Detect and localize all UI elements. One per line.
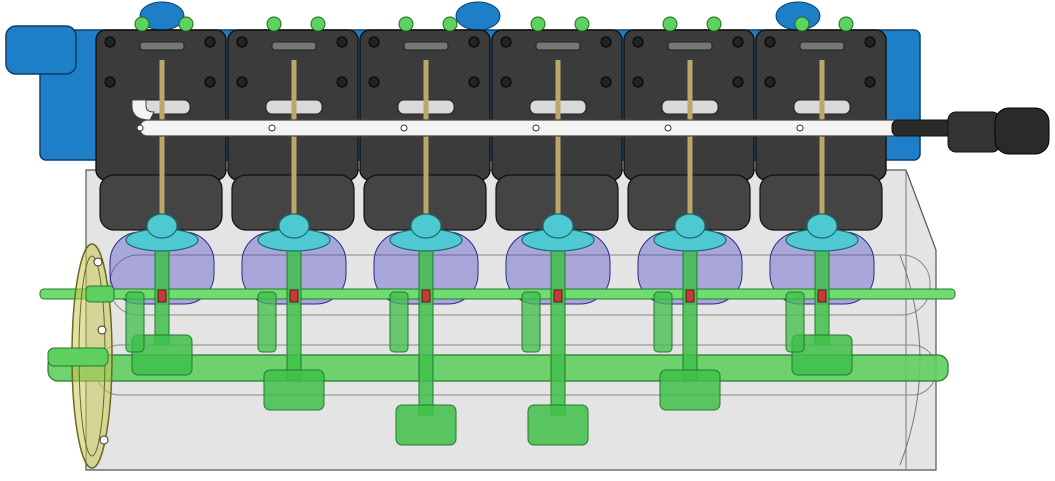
head-bolt-3-3	[368, 76, 380, 88]
head-bolt-1-1	[104, 36, 116, 48]
rocker-cap-dome-1	[146, 213, 178, 239]
manifold-hole-6	[796, 124, 804, 132]
head-bolt-3-4	[468, 76, 480, 88]
lifter-2	[289, 289, 299, 303]
valve-spring-b-1	[178, 16, 194, 32]
valve-spring-b-4	[574, 16, 590, 32]
rocker-cap-dome-2	[278, 213, 310, 239]
flywheel-bolt-2	[97, 325, 107, 335]
engine-illustration	[5, 1, 1050, 471]
manifold-pipe	[139, 119, 901, 137]
lifter-1	[157, 289, 167, 303]
rocker-arm-2	[271, 41, 317, 51]
head-bolt-2-2	[336, 36, 348, 48]
rocker-cap-dome-6	[806, 213, 838, 239]
head-bolt-1-4	[204, 76, 216, 88]
head-bolt-4-2	[600, 36, 612, 48]
head-bolt-6-2	[864, 36, 876, 48]
valve-spring-b-3	[442, 16, 458, 32]
flywheel-stub	[85, 285, 115, 303]
valve-spring-a-3	[398, 16, 414, 32]
rocker-arm-4	[535, 41, 581, 51]
cam-lobe-1	[125, 291, 145, 353]
manifold-hole-3	[400, 124, 408, 132]
head-bolt-3-2	[468, 36, 480, 48]
cam-lobe-5	[653, 291, 673, 353]
flywheel-bolt-3	[99, 435, 109, 445]
conrod-3	[418, 249, 434, 416]
manifold-hole-5	[664, 124, 672, 132]
rocker-cap-dome-3	[410, 213, 442, 239]
head-bolt-1-3	[104, 76, 116, 88]
frame-bump-2	[455, 1, 501, 31]
manifold-hole-1	[136, 124, 144, 132]
crank-throw-2	[263, 369, 325, 411]
rocker-arm-6	[799, 41, 845, 51]
valve-spring-b-2	[310, 16, 326, 32]
rocker-arm-3	[403, 41, 449, 51]
manifold-coupler	[947, 111, 1001, 153]
crank-throw-3	[395, 404, 457, 446]
head-bolt-5-2	[732, 36, 744, 48]
head-bolt-4-4	[600, 76, 612, 88]
crank-throw-4	[527, 404, 589, 446]
head-bolt-5-1	[632, 36, 644, 48]
flywheel-bolt-1	[93, 257, 103, 267]
valve-spring-a-1	[134, 16, 150, 32]
manifold-hole-2	[268, 124, 276, 132]
cam-lobe-6	[785, 291, 805, 353]
crank-throw-5	[659, 369, 721, 411]
head-bolt-6-3	[764, 76, 776, 88]
manifold-cap	[994, 107, 1050, 155]
valve-spring-b-6	[838, 16, 854, 32]
valve-spring-a-2	[266, 16, 282, 32]
valve-spring-a-4	[530, 16, 546, 32]
head-bolt-6-4	[864, 76, 876, 88]
head-bolt-5-3	[632, 76, 644, 88]
cam-lobe-4	[521, 291, 541, 353]
lifter-3	[421, 289, 431, 303]
cam-lobe-3	[389, 291, 409, 353]
lifter-5	[685, 289, 695, 303]
rocker-arm-5	[667, 41, 713, 51]
rocker-arm-1	[139, 41, 185, 51]
flywheel-hub	[47, 347, 109, 367]
head-bolt-5-4	[732, 76, 744, 88]
lifter-6	[817, 289, 827, 303]
head-bolt-2-4	[336, 76, 348, 88]
conrod-2	[286, 249, 302, 381]
head-bolt-4-1	[500, 36, 512, 48]
rocker-cap-dome-5	[674, 213, 706, 239]
head-bolt-6-1	[764, 36, 776, 48]
head-bolt-2-1	[236, 36, 248, 48]
conrod-4	[550, 249, 566, 416]
frame-left-boss	[5, 25, 77, 75]
head-bolt-4-3	[500, 76, 512, 88]
lifter-4	[553, 289, 563, 303]
valve-spring-a-5	[662, 16, 678, 32]
head-bolt-2-3	[236, 76, 248, 88]
head-bolt-1-2	[204, 36, 216, 48]
head-bolt-3-1	[368, 36, 380, 48]
valve-spring-a-6	[794, 16, 810, 32]
valve-spring-b-5	[706, 16, 722, 32]
rocker-cap-dome-4	[542, 213, 574, 239]
cam-lobe-2	[257, 291, 277, 353]
flywheel	[47, 243, 115, 469]
conrod-5	[682, 249, 698, 381]
manifold-hole-4	[532, 124, 540, 132]
